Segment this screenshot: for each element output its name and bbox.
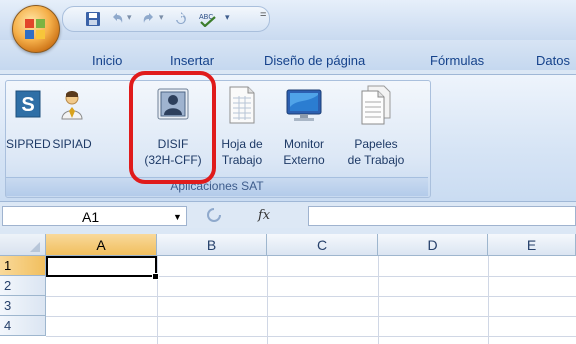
person-tie-icon: [61, 91, 83, 120]
column-header-c[interactable]: C: [267, 234, 378, 256]
refresh-icon[interactable]: [173, 11, 189, 27]
save-icon[interactable]: [85, 11, 101, 27]
papeles-label-line1: Papeles: [354, 137, 398, 151]
grid-line: [488, 256, 489, 344]
select-all-corner[interactable]: [0, 234, 46, 256]
grid-line: [157, 256, 158, 344]
undo-dropdown-icon[interactable]: ▾: [127, 12, 132, 23]
tab-diseno-pagina[interactable]: Diseño de página: [264, 53, 365, 68]
hoja-de-trabajo-button[interactable]: Hoja de Trabajo: [213, 84, 271, 176]
monitor-externo-button[interactable]: Monitor Externo: [273, 84, 335, 176]
active-cell-a1[interactable]: [46, 256, 157, 277]
sipred-button[interactable]: S SIPRED: [6, 84, 51, 176]
sipred-label: SIPRED: [6, 137, 51, 151]
row-header-1[interactable]: 1: [0, 256, 46, 276]
sipred-s-icon: S: [15, 90, 41, 118]
column-header-d[interactable]: D: [378, 234, 488, 256]
name-box-value: A1: [82, 209, 100, 225]
papeles-label-line2: de Trabajo: [347, 153, 405, 167]
sipiad-label: SIPIAD: [52, 137, 92, 151]
qat-customize-icon[interactable]: ▾: [225, 12, 230, 23]
disif-label-line1: DISIF: [157, 137, 189, 151]
insert-function-icon[interactable]: fx: [258, 208, 270, 223]
formula-input[interactable]: [308, 206, 576, 226]
qat-separator-icon: =: [260, 9, 267, 21]
disif-label-line2: (32H-CFF): [144, 153, 202, 167]
papeles-de-trabajo-button[interactable]: Papeles de Trabajo: [337, 84, 415, 176]
hoja-label-line2: Trabajo: [221, 153, 263, 167]
tab-formulas[interactable]: Fórmulas: [430, 53, 484, 68]
select-all-triangle-icon: [30, 242, 40, 252]
monitor-icon: [286, 89, 322, 121]
quick-access-toolbar: ▾ ▾ ABC ▾: [62, 6, 270, 32]
svg-text:S: S: [21, 94, 34, 116]
grid-line: [267, 256, 268, 344]
tab-inicio[interactable]: Inicio: [92, 53, 122, 68]
disif-button[interactable]: DISIF (32H-CFF): [135, 84, 211, 176]
column-header-a[interactable]: A: [46, 234, 157, 256]
group-label: Aplicaciones SAT: [170, 179, 264, 193]
spelling-check-icon[interactable]: ABC: [197, 11, 219, 27]
row-header-4[interactable]: 4: [0, 316, 46, 336]
grid-line: [46, 316, 576, 317]
column-header-e[interactable]: E: [488, 234, 576, 256]
tab-insertar[interactable]: Insertar: [170, 53, 214, 68]
redo-dropdown-icon[interactable]: ▾: [159, 12, 164, 23]
monitor-label-line1: Monitor: [283, 137, 324, 151]
redo-icon[interactable]: [141, 11, 157, 27]
worksheet-icon: [229, 86, 255, 124]
row-header-2[interactable]: 2: [0, 276, 46, 296]
name-box-dropdown-icon[interactable]: ▼: [173, 212, 182, 222]
papers-icon: [361, 85, 391, 125]
tab-datos[interactable]: Datos: [536, 53, 570, 68]
grid-line: [378, 256, 379, 344]
office-logo-icon: [25, 19, 45, 39]
user-card-icon: [157, 88, 189, 120]
column-header-b[interactable]: B: [157, 234, 267, 256]
cancel-formula-icon[interactable]: [205, 207, 223, 223]
undo-icon[interactable]: [109, 11, 125, 27]
monitor-label-line2: Externo: [283, 153, 325, 167]
fill-handle[interactable]: [152, 273, 159, 280]
sipiad-button[interactable]: SIPIAD: [50, 84, 94, 176]
grid-line: [46, 296, 576, 297]
hoja-label-line1: Hoja de: [221, 137, 263, 151]
row-header-3[interactable]: 3: [0, 296, 46, 316]
office-button[interactable]: [12, 5, 60, 53]
grid-line: [46, 336, 576, 337]
